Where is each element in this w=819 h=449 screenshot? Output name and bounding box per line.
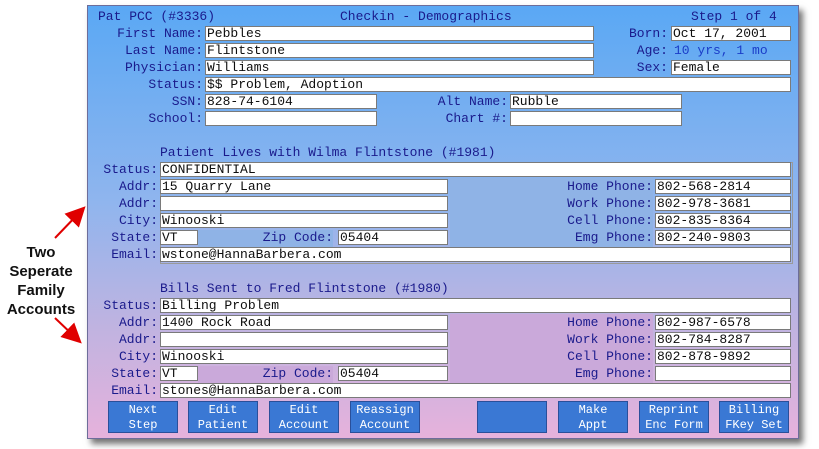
account-2-addr-label: Addr: — [118, 315, 158, 330]
account-1-emg-phone-label: Emg Phone: — [574, 230, 653, 245]
account-1-addr2-label: Addr: — [118, 196, 158, 211]
chart-label: Chart #: — [445, 111, 508, 126]
account-1-state-label: State: — [111, 230, 158, 245]
account-2-work-phone-label: Work Phone: — [567, 332, 653, 347]
button-label: Enc Form — [645, 418, 703, 432]
make-appt-button[interactable]: Make Appt — [558, 401, 628, 433]
account-2-cell-phone-label: Cell Phone: — [567, 349, 653, 364]
account-2-addr2-label: Addr: — [118, 332, 158, 347]
account-1-email-label: Email: — [111, 247, 158, 262]
account-2-email-field[interactable]: stones@HannaBarbera.com — [160, 383, 791, 398]
age-label: Age: — [636, 43, 668, 58]
button-label: Billing — [728, 403, 780, 417]
account-1-city-field[interactable]: Winooski — [160, 213, 448, 228]
school-label: School: — [148, 111, 203, 126]
account-1-home-phone-label: Home Phone: — [567, 179, 653, 194]
alt-name-label: Alt Name: — [437, 94, 508, 109]
sex-label: Sex: — [636, 60, 668, 75]
account-1-emg-phone-field[interactable]: 802-240-9803 — [655, 230, 791, 245]
account-2-emg-phone-label: Emg Phone: — [574, 366, 653, 381]
first-name-field[interactable]: Pebbles — [205, 26, 594, 41]
button-label: Step — [128, 418, 158, 432]
account-2-city-label: City: — [118, 349, 158, 364]
school-field[interactable] — [205, 111, 377, 126]
account-1-addr-label: Addr: — [118, 179, 158, 194]
age-value: 10 yrs, 1 mo — [674, 43, 768, 58]
button-label: Account — [278, 418, 330, 432]
button-label: Reprint — [648, 403, 700, 417]
account-1-email-field[interactable]: wstone@HannaBarbera.com — [160, 247, 791, 262]
first-name-label: First Name: — [117, 26, 203, 41]
account-2-status-label: Status: — [103, 298, 158, 313]
account-1-status-field[interactable]: CONFIDENTIAL — [160, 162, 791, 177]
checkin-window: Pat PCC (#3336) Checkin - Demographics S… — [87, 5, 799, 439]
billing-fkey-set-button[interactable]: Billing FKey Set — [719, 401, 789, 433]
account-2-cell-phone-field[interactable]: 802-878-9892 — [655, 349, 791, 364]
account-2-home-phone-label: Home Phone: — [567, 315, 653, 330]
account-2-addr2-field[interactable] — [160, 332, 448, 347]
account-1-status-label: Status: — [103, 162, 158, 177]
button-label: Appt — [578, 418, 608, 432]
ssn-field[interactable]: 828-74-6104 — [205, 94, 377, 109]
button-label: Make — [578, 403, 608, 417]
account-2-state-label: State: — [111, 366, 158, 381]
account-1-home-phone-field[interactable]: 802-568-2814 — [655, 179, 791, 194]
sex-field[interactable]: Female — [671, 60, 791, 75]
account-1-zip-label: Zip Code: — [262, 230, 333, 245]
alt-name-field[interactable]: Rubble — [510, 94, 682, 109]
account-1-zip-field[interactable]: 05404 — [338, 230, 448, 245]
arrow-up-icon — [54, 206, 86, 239]
ssn-label: SSN: — [171, 94, 203, 109]
status-field[interactable]: $$ Problem, Adoption — [205, 77, 791, 92]
next-step-button[interactable]: Next Step — [108, 401, 178, 433]
button-label: Account — [359, 418, 411, 432]
account-1-cell-phone-label: Cell Phone: — [567, 213, 653, 228]
account-1-work-phone-label: Work Phone: — [567, 196, 653, 211]
account-2-title: Bills Sent to Fred Flintstone (#1980) — [160, 281, 449, 296]
button-label: Edit — [289, 403, 319, 417]
arrow-down-icon — [54, 317, 82, 344]
last-name-label: Last Name: — [124, 43, 203, 58]
chart-field[interactable] — [510, 111, 682, 126]
account-2-zip-label: Zip Code: — [262, 366, 333, 381]
patient-id: Pat PCC (#3336) — [98, 9, 216, 24]
page-title: Checkin - Demographics — [340, 9, 512, 24]
blank-function-button[interactable] — [477, 401, 547, 433]
reassign-account-button[interactable]: Reassign Account — [350, 401, 420, 433]
account-2-work-phone-field[interactable]: 802-784-8287 — [655, 332, 791, 347]
account-2-email-label: Email: — [111, 383, 158, 398]
button-label: Next — [128, 403, 158, 417]
edit-patient-button[interactable]: Edit Patient — [188, 401, 258, 433]
account-2-status-field[interactable]: Billing Problem — [160, 298, 791, 313]
account-2-city-field[interactable]: Winooski — [160, 349, 448, 364]
account-1-state-field[interactable]: VT — [160, 230, 198, 245]
account-1-title: Patient Lives with Wilma Flintstone (#19… — [160, 145, 496, 160]
button-label: FKey Set — [725, 418, 783, 432]
account-1-addr1-field[interactable]: 15 Quarry Lane — [160, 179, 448, 194]
account-2-emg-phone-field[interactable] — [655, 366, 791, 381]
physician-label: Physician: — [124, 60, 203, 75]
last-name-field[interactable]: Flintstone — [205, 43, 594, 58]
physician-field[interactable]: Williams — [205, 60, 594, 75]
account-1-city-label: City: — [118, 213, 158, 228]
reprint-enc-form-button[interactable]: Reprint Enc Form — [639, 401, 709, 433]
account-2-zip-field[interactable]: 05404 — [338, 366, 448, 381]
annotation-arrows — [54, 206, 86, 344]
status-label: Status: — [148, 77, 203, 92]
button-label: Edit — [208, 403, 238, 417]
born-label: Born: — [628, 26, 668, 41]
born-field[interactable]: Oct 17, 2001 — [671, 26, 791, 41]
account-2-state-field[interactable]: VT — [160, 366, 198, 381]
account-1-addr2-field[interactable] — [160, 196, 448, 211]
button-label: Patient — [197, 418, 249, 432]
account-2-addr1-field[interactable]: 1400 Rock Road — [160, 315, 448, 330]
step-indicator: Step 1 of 4 — [691, 9, 777, 24]
account-1-work-phone-field[interactable]: 802-978-3681 — [655, 196, 791, 211]
button-label: Reassign — [356, 403, 414, 417]
edit-account-button[interactable]: Edit Account — [269, 401, 339, 433]
account-2-home-phone-field[interactable]: 802-987-6578 — [655, 315, 791, 330]
account-1-cell-phone-field[interactable]: 802-835-8364 — [655, 213, 791, 228]
